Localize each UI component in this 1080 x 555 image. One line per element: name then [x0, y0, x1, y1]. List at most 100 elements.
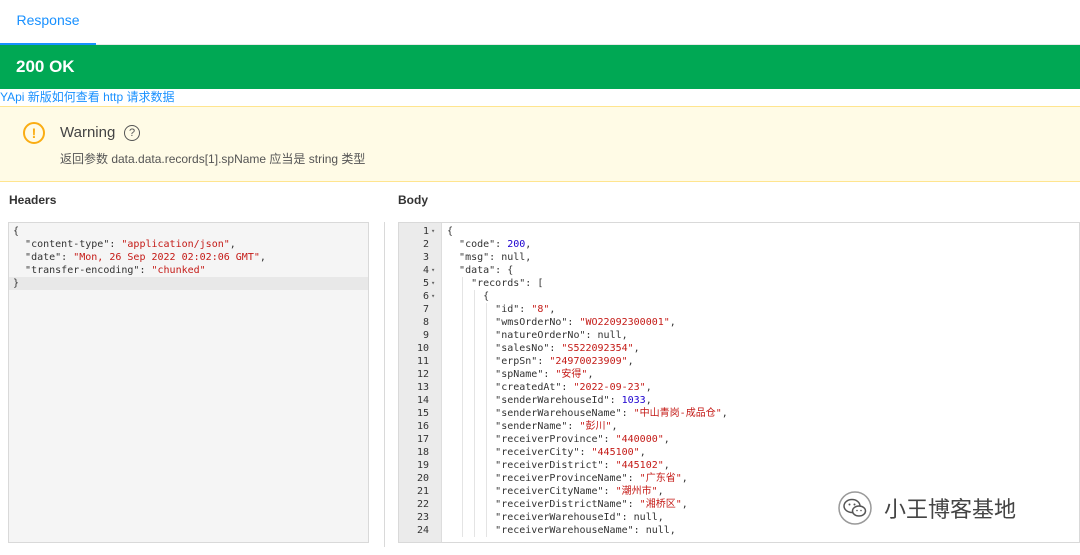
indent-guide	[486, 485, 488, 498]
code-token: "receiverProvince"	[495, 434, 604, 445]
fold-toggle-icon[interactable]: ▾	[431, 290, 439, 303]
code-token: :	[603, 460, 616, 471]
code-text: "receiverCityName": "潮州市",	[443, 486, 664, 497]
code-token: "senderWarehouseId"	[495, 395, 610, 406]
question-circle-icon[interactable]: ?	[124, 125, 140, 141]
line-number: 4	[422, 265, 429, 276]
indent-guide	[474, 394, 476, 407]
body-code-line: 14 "senderWarehouseId": 1033,	[417, 394, 1079, 407]
code-token: "transfer-encoding"	[25, 265, 140, 276]
indent-guide	[486, 381, 488, 394]
fold-toggle-icon[interactable]: ▾	[431, 264, 439, 277]
indent-guide	[486, 355, 488, 368]
code-token: ,	[681, 473, 688, 484]
line-number: 24	[416, 525, 429, 536]
headers-editor[interactable]: { "content-type": "application/json", "d…	[8, 222, 369, 543]
code-token: ,	[627, 356, 634, 367]
indent-guide	[486, 511, 488, 524]
line-number: 10	[416, 343, 429, 354]
indent-guide	[462, 303, 464, 316]
code-token: :	[627, 499, 640, 510]
body-code-line: 6 ▾ {	[423, 290, 1079, 303]
line-number: 14	[416, 395, 429, 406]
body-code-line: 20 "receiverProvinceName": "广东省",	[417, 472, 1079, 485]
body-code-line: 13 "createdAt": "2022-09-23",	[417, 381, 1079, 394]
code-token: :	[603, 486, 616, 497]
code-token: "S522092354"	[561, 343, 634, 354]
body-code-line: 8 "wmsOrderNo": "WO22092300001",	[423, 316, 1079, 329]
indent-guide	[462, 355, 464, 368]
line-number: 17	[416, 434, 429, 445]
indent-guide	[462, 446, 464, 459]
code-token: :	[621, 408, 634, 419]
indent-guide	[474, 524, 476, 537]
help-link[interactable]: YApi 新版如何查看 http 请求数据	[0, 90, 174, 104]
line-number: 21	[416, 486, 429, 497]
code-token: "湘桥区"	[639, 499, 682, 510]
code-text: "data": {	[443, 265, 513, 276]
line-number: 12	[416, 369, 429, 380]
line-number: 16	[416, 421, 429, 432]
code-token: :	[537, 356, 550, 367]
code-text: "receiverDistrict": "445102",	[443, 460, 670, 471]
code-token: :	[519, 304, 532, 315]
indent-guide	[462, 485, 464, 498]
line-number: 6	[422, 291, 429, 302]
body-code-line: 7 "id": "8",	[423, 303, 1079, 316]
indent-guide	[486, 303, 488, 316]
indent-guide	[462, 511, 464, 524]
code-token: "中山青岗-成品仓"	[633, 408, 722, 419]
code-token: "24970023909"	[549, 356, 628, 367]
indent-guide	[462, 459, 464, 472]
indent-guide	[474, 459, 476, 472]
code-text: "senderName": "彭川",	[443, 421, 617, 432]
line-number: 15	[416, 408, 429, 419]
fold-toggle-icon[interactable]: ▾	[431, 277, 439, 290]
indent-guide	[474, 303, 476, 316]
code-token: :	[495, 239, 508, 250]
indent-guide	[474, 329, 476, 342]
indent-guide	[486, 368, 488, 381]
code-text: {	[443, 226, 453, 237]
code-token: "receiverWarehouseId"	[495, 512, 622, 523]
code-text: "receiverDistrictName": "湘桥区",	[443, 499, 688, 510]
code-token: ,	[639, 447, 646, 458]
tab-response[interactable]: Response	[0, 0, 96, 45]
indent-guide	[462, 277, 464, 290]
status-bar: 200 OK	[0, 45, 1080, 89]
code-text: "msg": null,	[443, 252, 531, 263]
indent-guide	[486, 472, 488, 485]
code-token: "receiverProvinceName"	[495, 473, 628, 484]
panel-divider[interactable]	[384, 222, 385, 547]
code-token: :	[61, 252, 74, 263]
code-token: :	[567, 421, 580, 432]
code-token: "application/json"	[121, 239, 230, 250]
code-token: "receiverCity"	[495, 447, 580, 458]
headers-code-line: }	[9, 277, 368, 290]
code-token: "date"	[25, 252, 62, 263]
code-text: "spName": "安得",	[443, 369, 593, 380]
code-token: :	[561, 382, 574, 393]
indent-guide	[486, 433, 488, 446]
line-number: 19	[416, 460, 429, 471]
code-token: "440000"	[615, 434, 664, 445]
indent-guide	[474, 472, 476, 485]
code-text: "receiverWarehouseId": null,	[443, 512, 664, 523]
fold-toggle-icon[interactable]: ▾	[431, 225, 439, 238]
indent-guide	[462, 524, 464, 537]
code-token: :	[603, 434, 616, 445]
indent-guide	[462, 498, 464, 511]
code-token: ,	[721, 408, 728, 419]
code-text: "code": 200,	[443, 239, 531, 250]
code-text: "receiverProvince": "440000",	[443, 434, 670, 445]
code-text: "salesNo": "S522092354",	[443, 343, 640, 354]
code-token: "senderWarehouseName"	[495, 408, 622, 419]
indent-guide	[462, 381, 464, 394]
body-code-line: 10 "salesNo": "S522092354",	[417, 342, 1079, 355]
code-token: "WO22092300001"	[579, 317, 670, 328]
code-token: 200	[507, 239, 526, 250]
code-token: ,	[657, 486, 664, 497]
body-code-line: 9 "natureOrderNo": null,	[423, 329, 1079, 342]
code-text: {	[443, 291, 489, 302]
